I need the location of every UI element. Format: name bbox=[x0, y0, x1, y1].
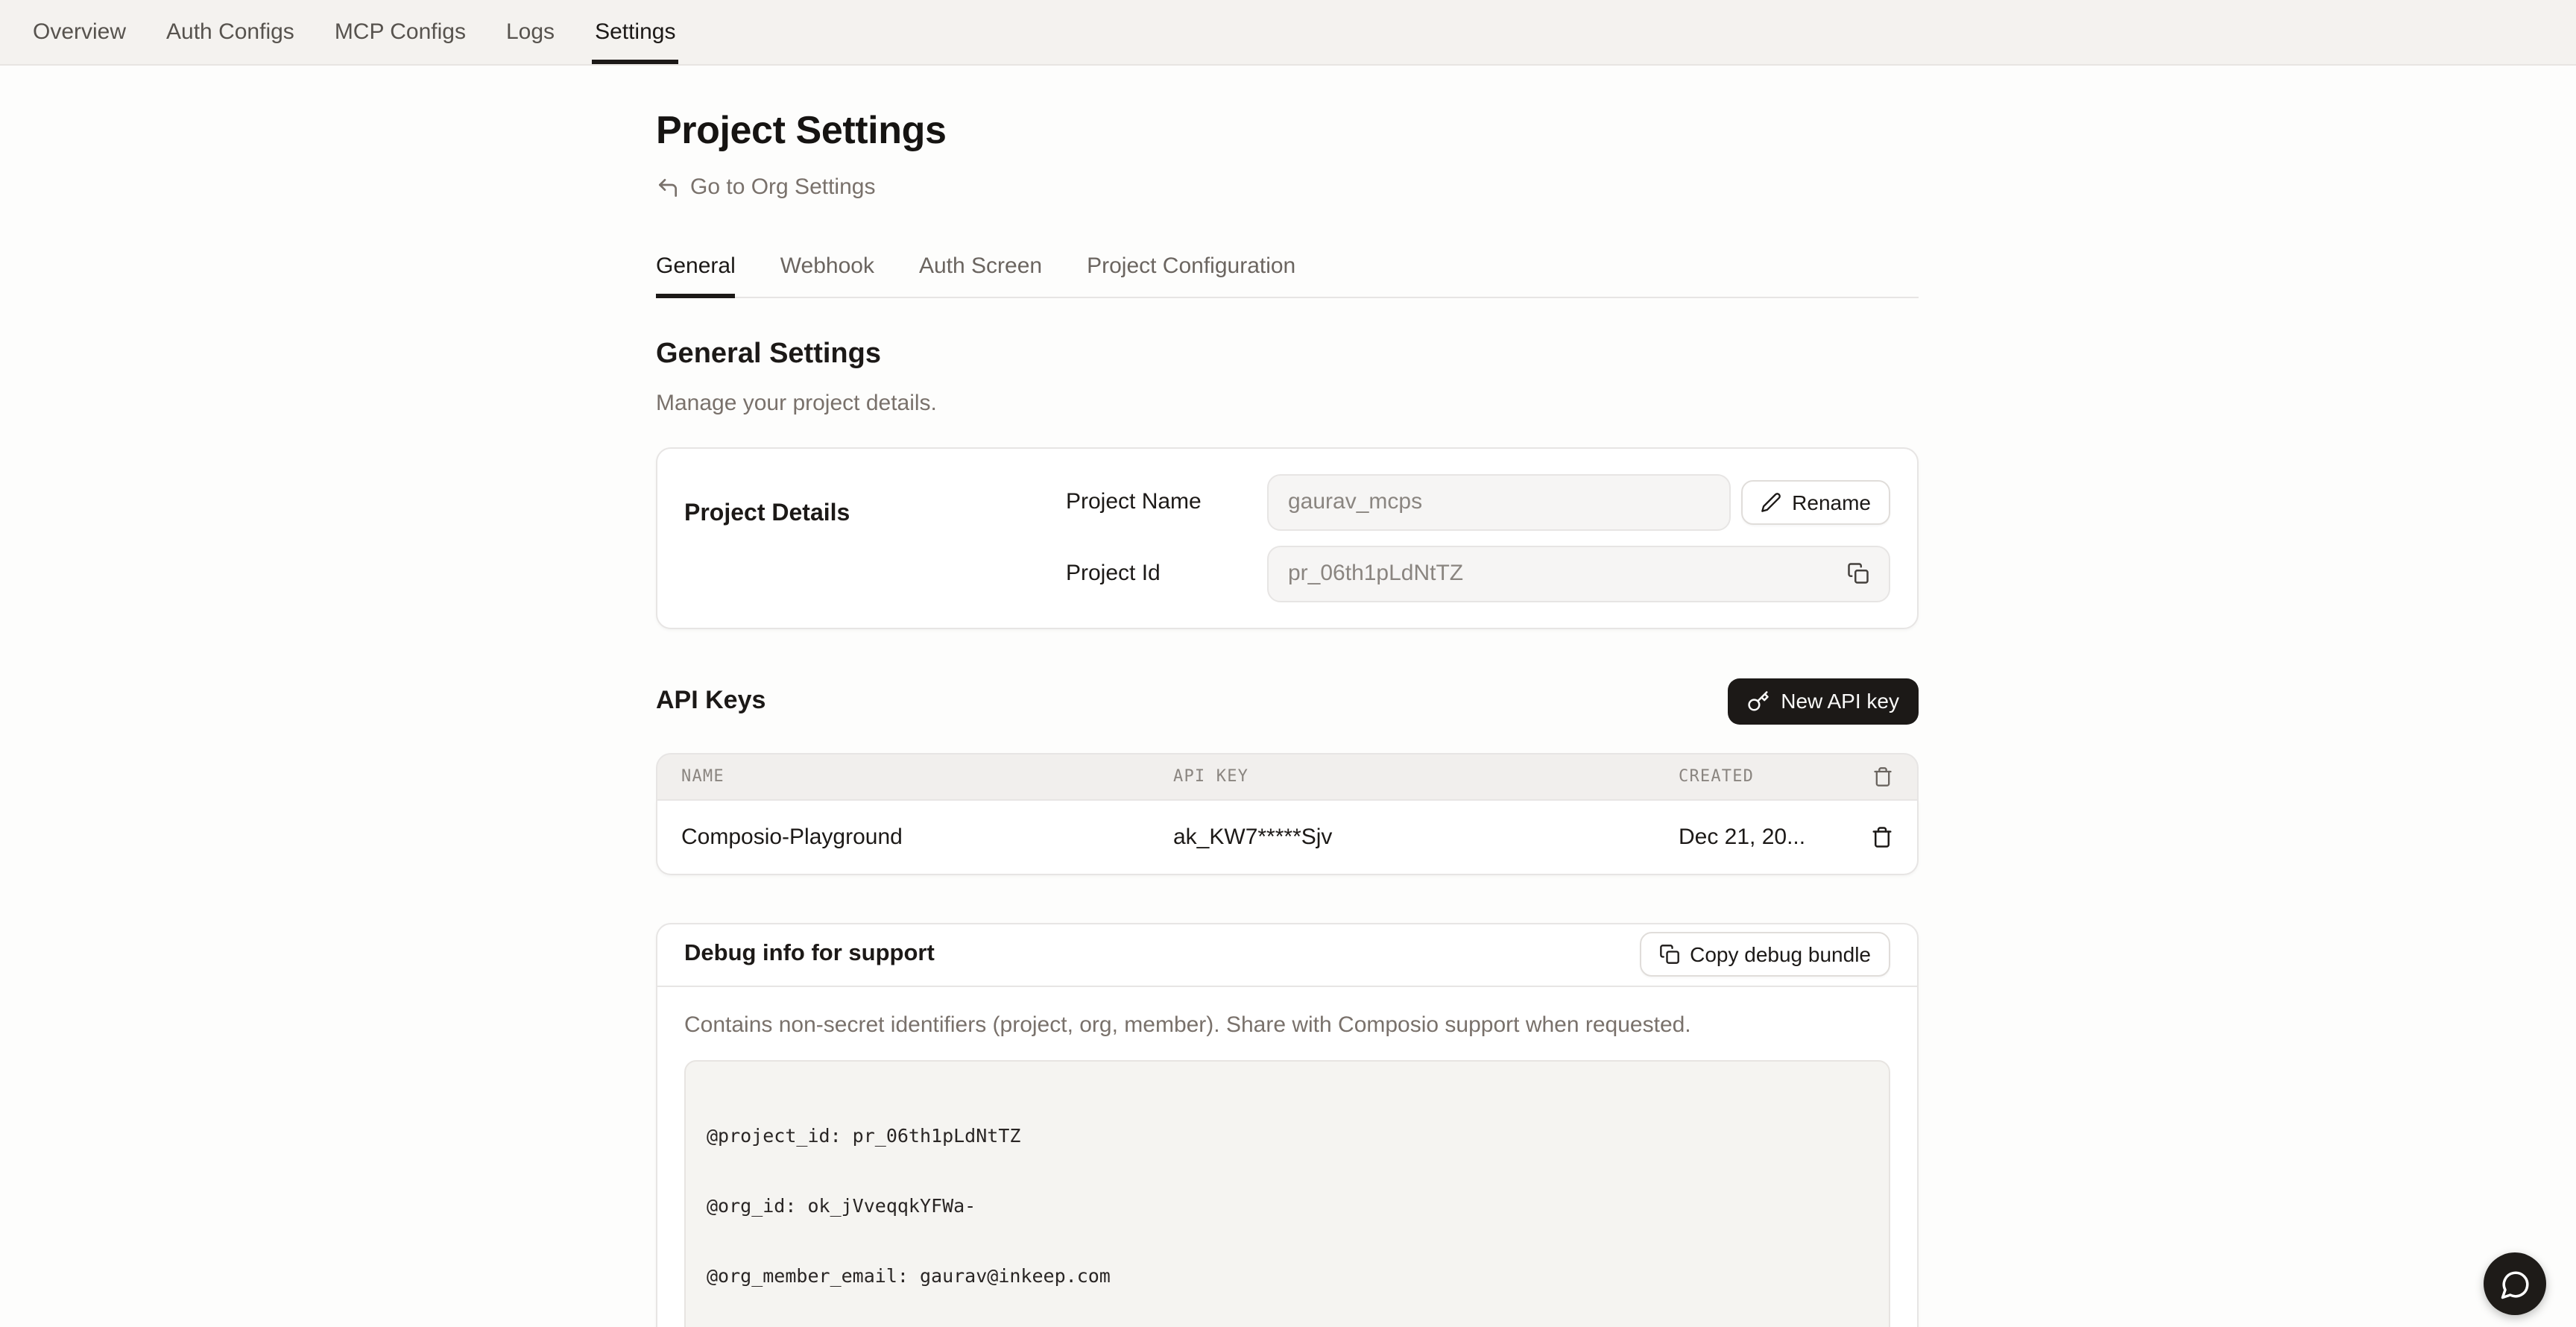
project-details-title: Project Details bbox=[684, 473, 1066, 602]
rename-button-label: Rename bbox=[1792, 490, 1871, 514]
tab-auth-screen[interactable]: Auth Screen bbox=[919, 242, 1042, 296]
rename-button[interactable]: Rename bbox=[1741, 479, 1890, 524]
api-key-name-cell: Composio-Playground bbox=[681, 824, 1173, 849]
column-header-name: NAME bbox=[681, 766, 1173, 786]
debug-line-org-id: @org_id: ok_jVveqqkYFWa- bbox=[707, 1194, 1868, 1217]
api-key-created-cell: Dec 21, 20... bbox=[1679, 824, 1863, 849]
new-api-key-button[interactable]: New API key bbox=[1727, 678, 1919, 724]
project-name-label: Project Name bbox=[1066, 489, 1267, 514]
api-key-row: Composio-Playground ak_KW7*****Sjv Dec 2… bbox=[656, 800, 1919, 874]
settings-tabs: General Webhook Auth Screen Project Conf… bbox=[656, 242, 1919, 297]
nav-item-mcp-configs[interactable]: MCP Configs bbox=[335, 0, 466, 64]
app-viewport: Overview Auth Configs MCP Configs Logs S… bbox=[0, 0, 2576, 1327]
project-name-row: Project Name Rename bbox=[1066, 473, 1890, 530]
page-title: Project Settings bbox=[656, 107, 1919, 154]
nav-item-overview[interactable]: Overview bbox=[33, 0, 126, 64]
debug-card-header: Debug info for support Copy debug bundle bbox=[657, 924, 1917, 986]
debug-card-body: Contains non-secret identifiers (project… bbox=[657, 986, 1917, 1327]
trash-icon[interactable] bbox=[1871, 825, 1893, 848]
corner-up-left-icon bbox=[656, 175, 680, 199]
column-header-created: CREATED bbox=[1679, 766, 1863, 786]
tab-project-configuration[interactable]: Project Configuration bbox=[1087, 242, 1295, 296]
top-navigation: Overview Auth Configs MCP Configs Logs S… bbox=[0, 0, 2576, 66]
project-id-input-wrap bbox=[1267, 545, 1890, 602]
column-header-api-key: API KEY bbox=[1173, 766, 1679, 786]
api-keys-table: NAME API KEY CREATED Composio-Playground… bbox=[656, 752, 1919, 874]
support-chat-button[interactable] bbox=[2484, 1252, 2546, 1315]
chat-bubble-icon bbox=[2499, 1268, 2531, 1299]
debug-bundle-code-block: @project_id: pr_06th1pLdNtTZ @org_id: ok… bbox=[684, 1059, 1890, 1327]
project-name-input[interactable] bbox=[1267, 473, 1731, 530]
project-details-card: Project Details Project Name Rename Proj… bbox=[656, 447, 1919, 628]
general-settings-heading: General Settings bbox=[656, 338, 1919, 371]
project-details-fields: Project Name Rename Project Id bbox=[1066, 473, 1890, 602]
api-key-value-cell: ak_KW7*****Sjv bbox=[1173, 824, 1679, 849]
project-id-row: Project Id bbox=[1066, 545, 1890, 602]
copy-icon bbox=[1658, 944, 1679, 965]
tab-general[interactable]: General bbox=[656, 242, 736, 296]
api-keys-header: API Keys New API key bbox=[656, 678, 1919, 724]
copy-debug-bundle-label: Copy debug bundle bbox=[1690, 942, 1871, 966]
debug-info-card: Debug info for support Copy debug bundle… bbox=[656, 922, 1919, 1327]
nav-item-settings[interactable]: Settings bbox=[595, 0, 675, 64]
project-id-label: Project Id bbox=[1066, 561, 1267, 586]
copy-icon bbox=[1846, 562, 1869, 584]
nav-item-logs[interactable]: Logs bbox=[506, 0, 555, 64]
nav-item-auth-configs[interactable]: Auth Configs bbox=[166, 0, 294, 64]
back-link-label: Go to Org Settings bbox=[690, 174, 875, 200]
new-api-key-button-label: New API key bbox=[1781, 689, 1899, 713]
key-icon bbox=[1746, 690, 1769, 712]
copy-debug-bundle-button[interactable]: Copy debug bundle bbox=[1639, 932, 1890, 977]
general-settings-subheading: Manage your project details. bbox=[656, 390, 1919, 415]
pencil-icon bbox=[1761, 491, 1781, 512]
main-content: Project Settings Go to Org Settings Gene… bbox=[656, 66, 1919, 1327]
debug-card-title: Debug info for support bbox=[684, 941, 935, 968]
debug-line-org-member-email: @org_member_email: gaurav@inkeep.com bbox=[707, 1264, 1868, 1287]
project-id-input[interactable] bbox=[1267, 545, 1890, 602]
tab-webhook[interactable]: Webhook bbox=[780, 242, 874, 296]
debug-description: Contains non-secret identifiers (project… bbox=[684, 1012, 1890, 1037]
api-keys-table-header: NAME API KEY CREATED bbox=[656, 752, 1919, 800]
api-keys-heading: API Keys bbox=[656, 686, 765, 716]
copy-project-id-button[interactable] bbox=[1843, 558, 1872, 588]
trash-icon[interactable] bbox=[1872, 766, 1893, 787]
debug-line-project-id: @project_id: pr_06th1pLdNtTZ bbox=[707, 1124, 1868, 1147]
go-to-org-settings-link[interactable]: Go to Org Settings bbox=[656, 174, 875, 200]
